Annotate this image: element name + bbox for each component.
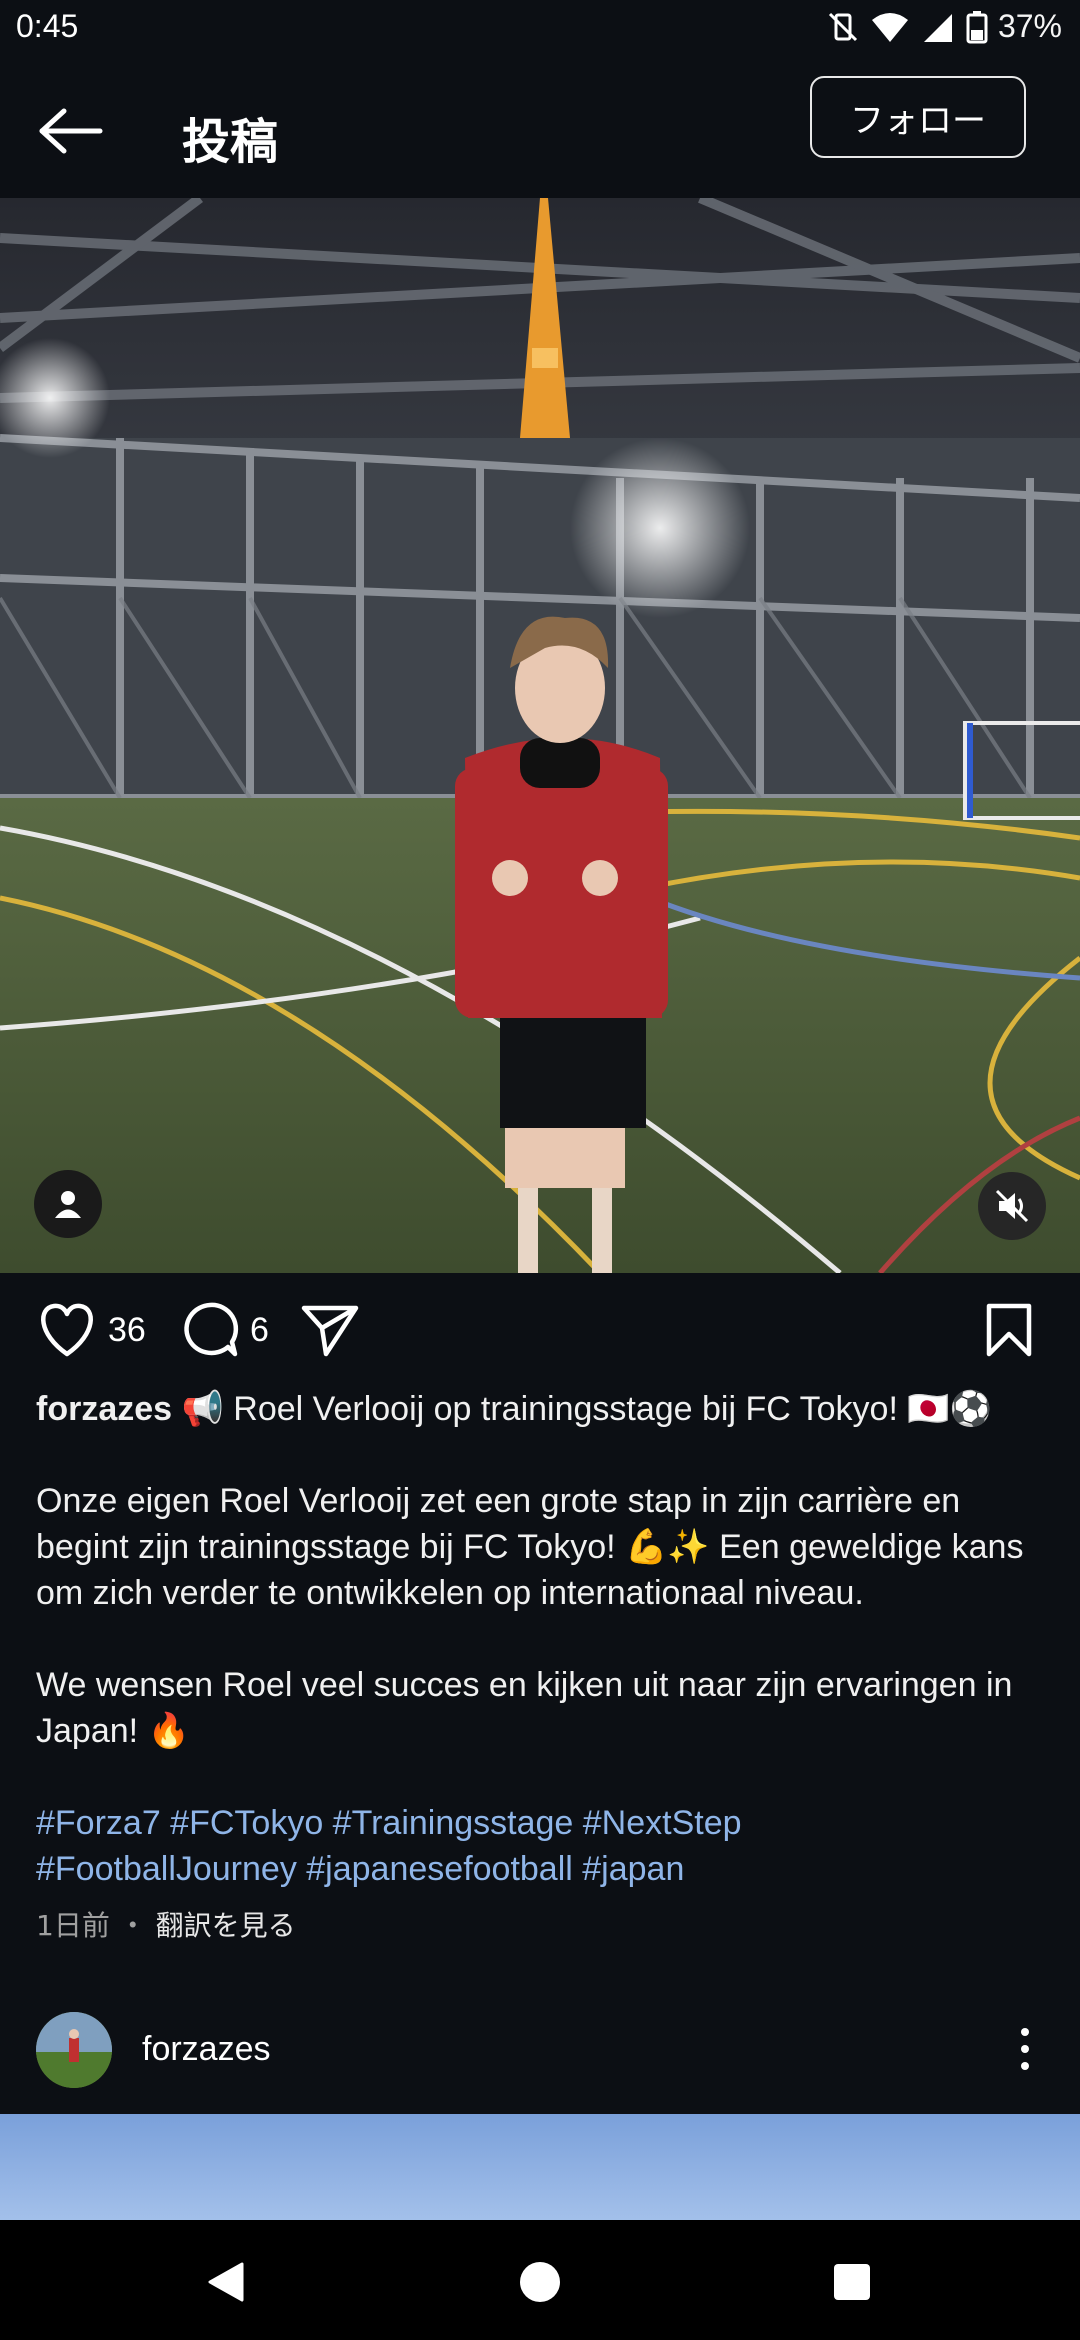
share-action[interactable] xyxy=(300,1290,360,1370)
post-caption: forzazes 📢 Roel Verlooij op trainingssta… xyxy=(36,1386,1046,1892)
caption-headline: 📢 Roel Verlooij op trainingsstage bij FC… xyxy=(181,1390,993,1428)
avatar[interactable] xyxy=(36,2012,112,2088)
status-bar: 0:45 37% xyxy=(0,0,1080,58)
wifi-icon xyxy=(871,12,908,42)
post-meta: 1日前 ・ 翻訳を見る xyxy=(36,1904,296,1944)
status-time: 0:45 xyxy=(16,8,79,44)
like-count: 36 xyxy=(108,1310,146,1349)
back-arrow-icon[interactable] xyxy=(36,106,106,156)
post-actions: 36 6 xyxy=(0,1290,1080,1370)
follow-button[interactable]: フォロー xyxy=(810,76,1026,158)
tagged-users-button[interactable] xyxy=(34,1170,102,1238)
battery-percent: 37% xyxy=(997,8,1062,44)
post-time: 1日前 xyxy=(36,1909,110,1942)
mute-icon xyxy=(995,1189,1029,1223)
vibrate-off-icon xyxy=(828,12,858,41)
system-nav-bar xyxy=(0,2220,1080,2340)
status-icons: 37% xyxy=(826,8,1062,45)
post-photo-illustration xyxy=(0,198,1080,1273)
app-header: 投稿 フォロー xyxy=(0,58,1080,198)
like-action[interactable]: 36 xyxy=(36,1290,146,1370)
share-icon[interactable] xyxy=(300,1302,360,1358)
see-translation-link[interactable]: 翻訳を見る xyxy=(156,1909,296,1942)
battery-icon xyxy=(966,10,988,43)
next-post-header: forzazes xyxy=(0,2002,1080,2112)
save-action[interactable] xyxy=(984,1290,1034,1370)
signal-icon xyxy=(923,13,952,42)
mute-button[interactable] xyxy=(978,1172,1046,1240)
nav-back-icon[interactable] xyxy=(206,2260,246,2304)
caption-username[interactable]: forzazes xyxy=(36,1390,172,1428)
hashtags-line-1[interactable]: #Forza7 #FCTokyo #Trainingsstage #NextSt… xyxy=(36,1800,1046,1846)
nav-home-icon[interactable] xyxy=(518,2260,562,2304)
user-tag-icon xyxy=(55,1191,81,1218)
meta-separator: ・ xyxy=(109,1909,156,1942)
next-post-image[interactable] xyxy=(0,2114,1080,2220)
nav-recents-icon[interactable] xyxy=(832,2262,872,2302)
more-icon[interactable] xyxy=(1010,2024,1040,2074)
heart-icon[interactable] xyxy=(36,1302,98,1358)
caption-paragraph-1: Onze eigen Roel Verlooij zet een grote s… xyxy=(36,1482,1024,1612)
comment-icon[interactable] xyxy=(180,1300,240,1360)
comment-count: 6 xyxy=(250,1310,269,1349)
hashtags-line-2[interactable]: #FootballJourney #japanesefootball #japa… xyxy=(36,1846,1046,1892)
bookmark-icon[interactable] xyxy=(984,1302,1034,1358)
page-title: 投稿 xyxy=(182,116,279,169)
caption-paragraph-2: We wensen Roel veel succes en kijken uit… xyxy=(36,1666,1013,1750)
post-image[interactable] xyxy=(0,198,1080,1273)
comment-action[interactable]: 6 xyxy=(180,1290,269,1370)
next-post-username[interactable]: forzazes xyxy=(142,2030,271,2069)
